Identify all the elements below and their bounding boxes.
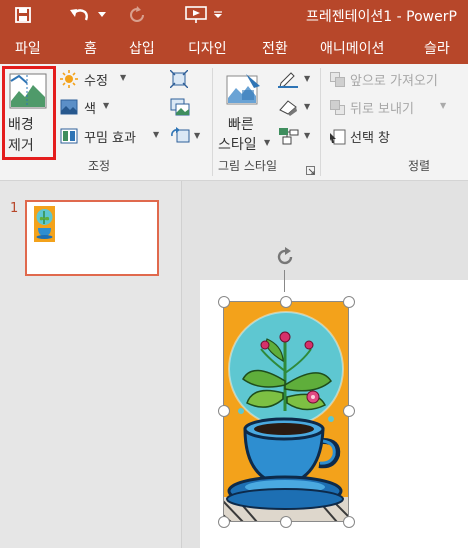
remove-background-label-2: 제거	[8, 138, 34, 154]
artistic-effects-icon	[60, 128, 78, 148]
group-separator	[320, 68, 321, 176]
picture-border-icon[interactable]	[278, 70, 300, 92]
tab-animations[interactable]: 애니메이션	[320, 38, 384, 58]
sun-icon	[60, 70, 78, 92]
tab-slideshow[interactable]: 슬라	[424, 38, 450, 58]
slide-number: 1	[10, 201, 19, 216]
reset-picture-dropdown-icon[interactable]: ▼	[194, 131, 200, 140]
selection-frame	[223, 301, 349, 522]
resize-handle-top[interactable]	[280, 296, 292, 308]
ribbon: 배경 제거 수정 ▼ 색 ▼ 꾸밈 효과 ▼ ▼ 조정 빠른 스타일 ▼ ▼ ▼…	[0, 64, 468, 181]
picture-layout-icon[interactable]	[278, 127, 300, 149]
group-separator	[212, 68, 213, 176]
rotate-handle-icon[interactable]	[273, 245, 297, 273]
quick-styles-label-2: 스타일	[218, 137, 257, 153]
save-icon[interactable]	[12, 4, 34, 26]
send-backward-dropdown-icon: ▼	[440, 101, 447, 110]
title-bar: 프레젠테이션1 - PowerP	[0, 0, 468, 30]
tab-transitions[interactable]: 전환	[262, 38, 288, 58]
resize-handle-left[interactable]	[218, 405, 230, 417]
change-picture-icon[interactable]	[170, 98, 190, 120]
picture-layout-dropdown-icon[interactable]: ▼	[304, 131, 310, 140]
remove-background-icon	[9, 73, 47, 113]
selection-pane-label: 선택 창	[350, 131, 391, 146]
bring-forward-label: 앞으로 가져오기	[350, 74, 438, 89]
artistic-effects-button[interactable]: 꾸밈 효과 ▼	[60, 127, 164, 147]
picture-color-icon	[60, 99, 78, 119]
picture-effects-dropdown-icon[interactable]: ▼	[304, 102, 310, 111]
slide-editor-canvas[interactable]	[182, 181, 468, 548]
thumbnail-coffee-image	[34, 206, 55, 246]
resize-handle-bottom-left[interactable]	[218, 516, 230, 528]
resize-handle-bottom[interactable]	[280, 516, 292, 528]
resize-handle-right[interactable]	[343, 405, 355, 417]
resize-handle-top-left[interactable]	[218, 296, 230, 308]
slide-thumbnail[interactable]	[25, 200, 159, 276]
redo-icon[interactable]	[126, 4, 148, 26]
picture-styles-group-label: 그림 스타일	[218, 159, 278, 173]
remove-background-label-1: 배경	[8, 117, 34, 133]
quick-styles-dropdown-icon: ▼	[264, 138, 271, 147]
send-backward-icon	[330, 100, 346, 119]
dialog-launcher-icon[interactable]	[306, 160, 315, 179]
corrections-label: 수정	[84, 74, 108, 89]
remove-background-button[interactable]: 배경 제거	[2, 66, 56, 160]
slide-thumbnail-pane: 1	[0, 181, 182, 548]
quick-styles-button[interactable]: 빠른 스타일 ▼	[216, 68, 272, 154]
selection-pane-button[interactable]: 선택 창	[330, 127, 440, 147]
bring-forward-icon	[330, 72, 346, 91]
customize-qat-icon[interactable]	[212, 4, 224, 26]
present-from-start-icon[interactable]	[184, 4, 208, 26]
rotate-connector	[284, 270, 285, 292]
artistic-effects-label: 꾸밈 효과	[84, 131, 136, 146]
resize-handle-bottom-right[interactable]	[343, 516, 355, 528]
selection-pane-icon	[330, 129, 346, 149]
send-backward-button[interactable]: 뒤로 보내기 ▼	[330, 98, 468, 118]
send-backward-label: 뒤로 보내기	[350, 102, 414, 117]
resize-handle-top-right[interactable]	[343, 296, 355, 308]
color-label: 색	[84, 102, 96, 117]
corrections-button[interactable]: 수정 ▼	[60, 70, 130, 90]
ribbon-tabs: 파일 홈 삽입 디자인 전환 애니메이션 슬라	[0, 30, 468, 64]
tab-design[interactable]: 디자인	[188, 38, 227, 58]
quick-styles-icon	[226, 72, 262, 112]
tab-home[interactable]: 홈	[84, 38, 97, 58]
picture-border-dropdown-icon[interactable]: ▼	[304, 74, 310, 83]
color-button[interactable]: 색 ▼	[60, 98, 116, 118]
arrange-group-label: 정렬	[408, 159, 431, 173]
corrections-dropdown-icon: ▼	[120, 73, 127, 82]
reset-picture-icon[interactable]	[170, 127, 190, 149]
quick-styles-label-1: 빠른	[228, 117, 254, 133]
undo-icon[interactable]	[66, 4, 92, 26]
tab-insert[interactable]: 삽입	[129, 38, 155, 58]
bring-forward-button[interactable]: 앞으로 가져오기	[330, 70, 468, 90]
color-dropdown-icon: ▼	[103, 101, 110, 110]
adjust-group-label: 조정	[88, 159, 111, 173]
picture-effects-icon[interactable]	[278, 98, 300, 120]
tab-file[interactable]: 파일	[15, 38, 41, 58]
undo-dropdown-icon[interactable]	[96, 4, 108, 26]
compress-pictures-icon[interactable]	[169, 69, 189, 92]
window-title: 프레젠테이션1 - PowerP	[306, 9, 457, 25]
artistic-effects-dropdown-icon: ▼	[153, 130, 160, 139]
